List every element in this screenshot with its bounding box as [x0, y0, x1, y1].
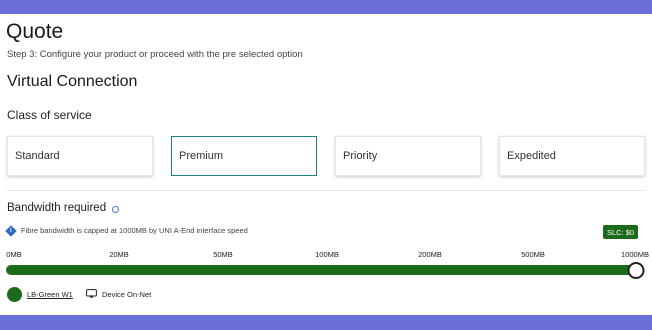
info-circle-icon[interactable] — [112, 205, 120, 213]
bandwidth-slider-thumb[interactable] — [627, 262, 645, 279]
bandwidth-note-text: Fibre bandwidth is capped at 1000MB by U… — [21, 226, 248, 235]
tick-label-0mb: 0MB — [6, 250, 22, 259]
cos-option-premium[interactable]: Premium — [171, 136, 317, 176]
tick-label-20mb: 20MB — [109, 250, 129, 259]
bandwidth-title: Bandwidth required — [7, 202, 120, 214]
cos-option-label: Standard — [15, 150, 60, 162]
info-diamond-icon: i — [5, 224, 17, 237]
cos-option-label: Expedited — [507, 150, 556, 162]
legend-swatch-link[interactable]: LB-Green W1 — [27, 290, 73, 299]
bandwidth-slider-track[interactable] — [6, 265, 636, 275]
tick-label-50mb: 50MB — [213, 250, 233, 259]
quote-panel: Quote Step 3: Configure your product or … — [0, 14, 652, 315]
step-instruction: Step 3: Configure your product or procee… — [7, 49, 303, 60]
tick-label-1000mb: 1000MB — [621, 250, 649, 259]
tick-label-500mb: 500MB — [521, 250, 545, 259]
page-title: Quote — [6, 20, 64, 43]
device-on-net-label: Device On-Net — [102, 290, 152, 299]
cos-option-expedited[interactable]: Expedited — [499, 136, 645, 176]
section-divider — [6, 190, 646, 191]
cos-option-standard[interactable]: Standard — [7, 136, 153, 176]
bandwidth-note: i Fibre bandwidth is capped at 1000MB by… — [5, 224, 248, 237]
section-title: Virtual Connection — [7, 73, 138, 90]
cos-option-label: Priority — [343, 150, 378, 162]
class-of-service-title: Class of service — [7, 108, 92, 122]
cos-option-label: Premium — [179, 150, 224, 162]
cos-option-priority[interactable]: Priority — [335, 136, 481, 176]
tick-label-100mb: 100MB — [315, 250, 339, 259]
tick-label-200mb: 200MB — [418, 250, 442, 259]
cast-icon — [86, 289, 97, 298]
legend-swatch — [7, 287, 22, 302]
bandwidth-title-text: Bandwidth required — [7, 202, 107, 214]
slc-badge: SLC: $0 — [603, 225, 638, 239]
